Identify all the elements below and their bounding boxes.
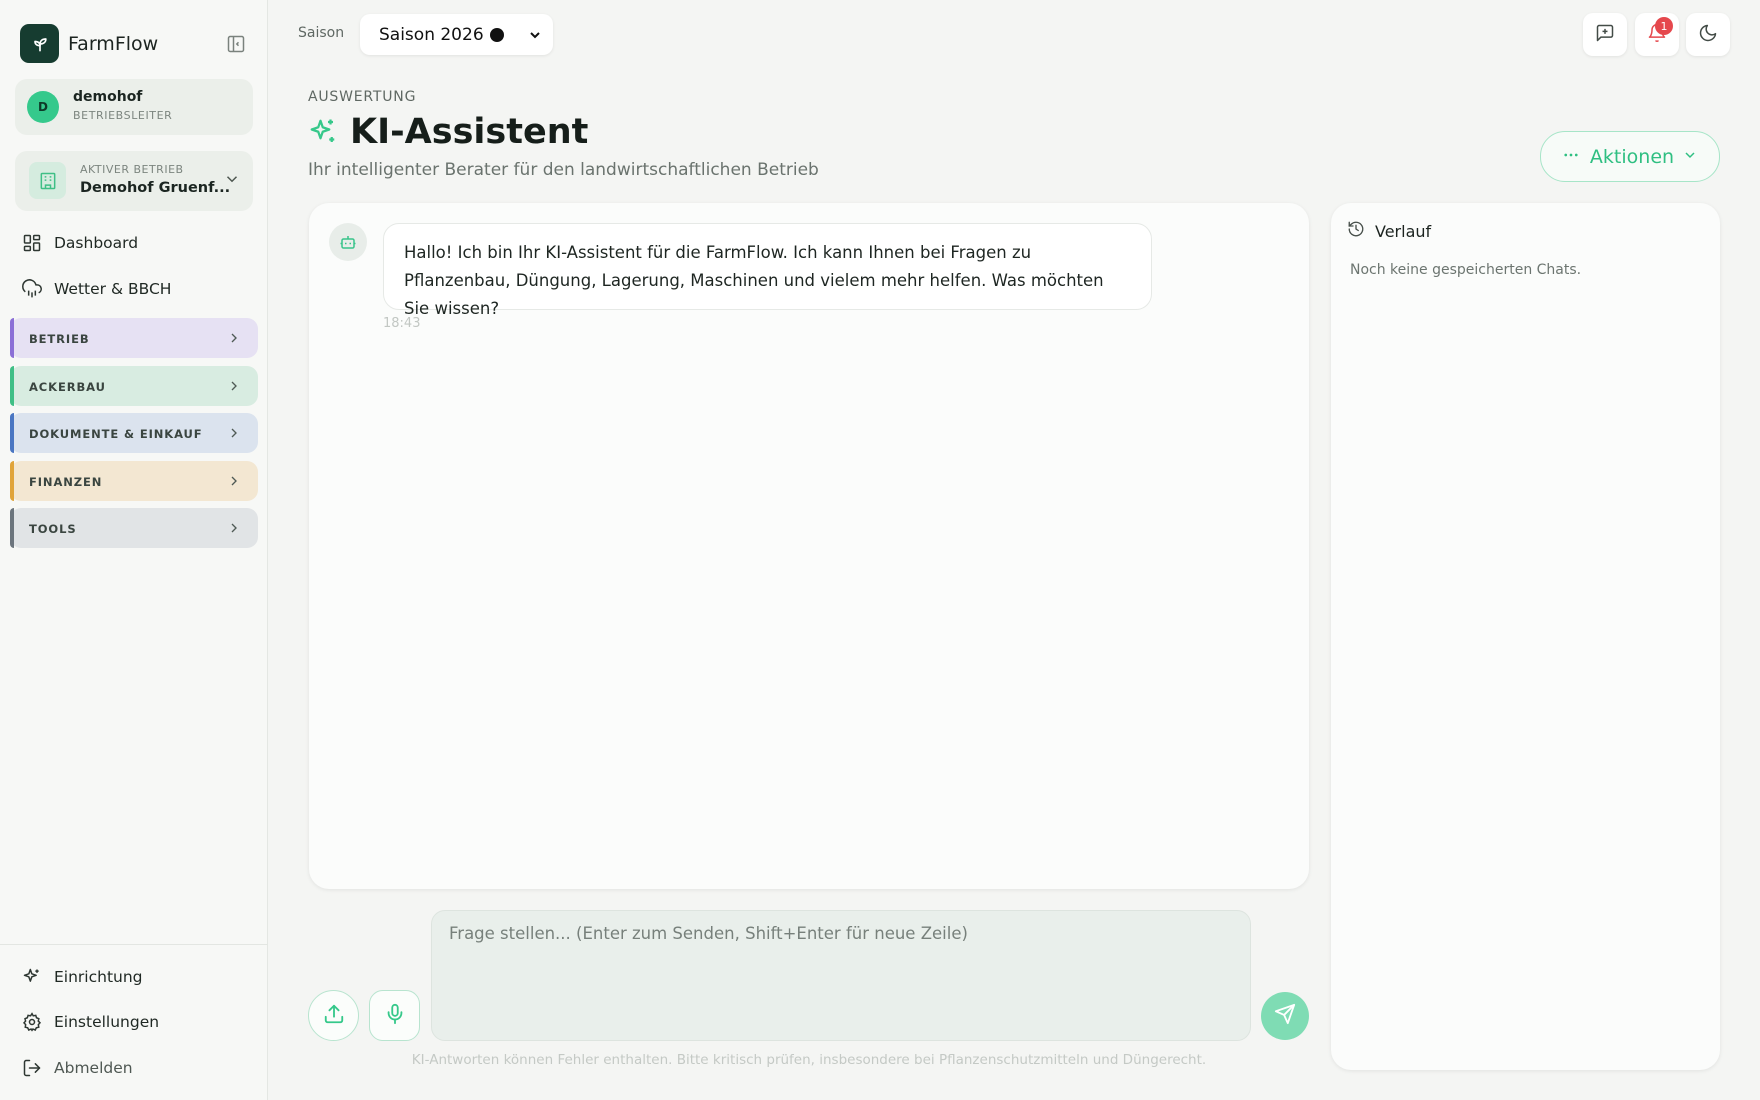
nav-dashboard-label: Dashboard [54,234,139,252]
history-panel: Verlauf Noch keine gespeicherten Chats. [1331,203,1720,1070]
group-accent-bar [10,508,14,548]
chevron-right-icon [226,473,242,493]
active-farm-name: Demohof Gruenf... [80,180,231,196]
chevron-right-icon [226,330,242,350]
group-accent-bar [10,366,14,406]
upload-button[interactable] [308,990,359,1041]
history-header: Verlauf [1347,217,1431,245]
microphone-button[interactable] [369,990,420,1041]
bot-icon [329,223,367,261]
sparkles-icon [308,117,338,147]
send-button[interactable] [1261,992,1309,1040]
active-farm-label: AKTIVER BETRIEB [80,163,184,176]
chevron-right-icon [226,425,242,445]
nav-settings-label: Einstellungen [54,1013,160,1031]
group-accent-bar [10,413,14,453]
microphone-icon [384,1003,406,1029]
nav-group-label: DOKUMENTE & EINKAUF [29,427,203,441]
nav-logout-label: Abmelden [54,1059,133,1077]
page-title: KI-Assistent [350,112,589,152]
ai-disclaimer: KI-Antworten können Fehler enthalten. Bi… [411,1052,1207,1068]
send-icon [1274,1003,1296,1029]
user-role: BETRIEBSLEITER [73,109,173,122]
nav-dashboard[interactable]: Dashboard [20,227,250,259]
history-empty-text: Noch keine gespeicherten Chats. [1350,262,1582,278]
avatar: D [27,91,59,123]
group-accent-bar [10,318,14,358]
question-input[interactable] [431,910,1251,1041]
brand: FarmFlow [20,24,248,64]
season-dot-icon [489,27,504,42]
message-plus-icon [1595,23,1615,47]
more-horizontal-icon [1562,146,1580,168]
nav-group-tools[interactable]: TOOLS [10,508,258,548]
gear-icon [20,1010,44,1034]
user-card[interactable]: D demohof BETRIEBSLEITER [15,79,253,135]
nav-group-ackerbau[interactable]: ACKERBAU [10,366,258,406]
dashboard-icon [20,231,44,255]
nav-logout[interactable]: Abmelden [20,1052,250,1084]
active-farm-selector[interactable]: AKTIVER BETRIEB Demohof Gruenf... [15,151,253,211]
nav-group-label: FINANZEN [29,475,103,489]
sidebar: FarmFlow D demohof BETRIEBSLEITER AKTIVE… [0,0,268,1100]
building-icon [29,162,66,199]
chevron-right-icon [226,378,242,398]
assistant-message: Hallo! Ich bin Ihr KI-Assistent für die … [383,223,1152,318]
sidebar-divider [0,944,268,945]
cloud-rain-icon [20,277,44,301]
page-overline: AUSWERTUNG [308,89,417,105]
sprout-logo-icon [20,24,59,63]
brand-name: FarmFlow [68,33,159,55]
sidebar-collapse-icon[interactable] [224,32,248,56]
nav-group-dokumente-einkauf[interactable]: DOKUMENTE & EINKAUF [10,413,258,453]
chevron-down-icon [527,27,543,47]
nav-group-finanzen[interactable]: FINANZEN [10,461,258,501]
moon-icon [1698,23,1718,47]
chevron-down-icon [1682,147,1698,167]
nav-weather-label: Wetter & BBCH [54,280,172,298]
season-value: Saison 2026 [379,24,484,45]
new-chat-button[interactable] [1583,13,1627,56]
notification-badge: 1 [1655,17,1673,35]
nav-group-label: ACKERBAU [29,380,106,394]
history-icon [1347,220,1365,242]
chevron-right-icon [226,520,242,540]
nav-group-label: BETRIEB [29,332,90,346]
page-title-row: KI-Assistent [308,110,588,154]
page-subtitle: Ihr intelligenter Berater für den landwi… [308,160,819,180]
sparkle-icon [20,965,44,989]
season-label: Saison [298,25,345,41]
notifications-button[interactable]: 1 [1635,13,1679,56]
theme-toggle-button[interactable] [1686,13,1730,56]
season-select[interactable]: Saison 2026 [360,14,553,55]
nav-setup-label: Einrichtung [54,968,143,986]
actions-label: Aktionen [1589,145,1675,168]
nav-group-label: TOOLS [29,522,77,536]
upload-icon [323,1003,345,1029]
nav-group-betrieb[interactable]: BETRIEB [10,318,258,358]
group-accent-bar [10,461,14,501]
actions-button[interactable]: Aktionen [1540,131,1720,182]
message-timestamp: 18:43 [383,316,421,331]
nav-setup[interactable]: Einrichtung [20,961,250,993]
logout-icon [20,1056,44,1080]
history-title: Verlauf [1375,221,1432,241]
nav-settings[interactable]: Einstellungen [20,1006,250,1038]
chat-panel: Hallo! Ich bin Ihr KI-Assistent für die … [309,203,1309,889]
user-name: demohof [73,89,143,105]
nav-weather[interactable]: Wetter & BBCH [20,273,250,305]
chevron-down-icon [223,170,241,192]
